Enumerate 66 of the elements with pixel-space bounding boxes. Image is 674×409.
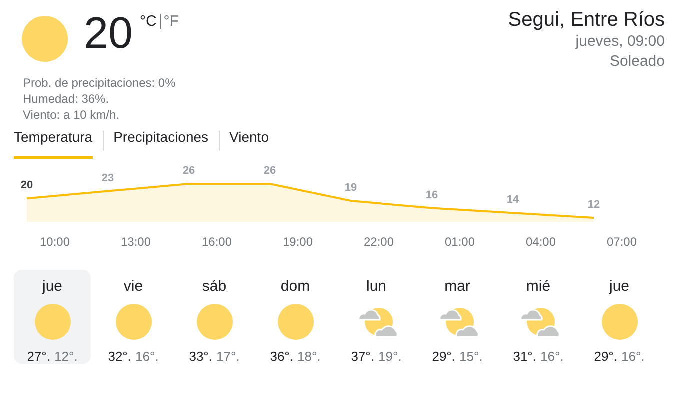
day-card[interactable]: lun 37°. 19°. bbox=[338, 270, 415, 364]
low-temperature: 18°. bbox=[298, 348, 321, 366]
temperature: 20 bbox=[84, 12, 133, 60]
high-temperature: 29°. bbox=[594, 348, 618, 366]
day-card[interactable]: mar 29°. 15°. bbox=[419, 270, 496, 364]
sun-icon bbox=[114, 302, 154, 340]
hour-label: 01:00 bbox=[444, 235, 476, 249]
temperature-label: 20 bbox=[20, 180, 34, 192]
day-card[interactable]: mié 31°. 16°. bbox=[500, 270, 577, 364]
day-name: jue bbox=[609, 277, 630, 297]
high-temperature: 37°. bbox=[351, 348, 374, 366]
day-card[interactable]: jue 27°. 12°. bbox=[14, 270, 91, 364]
temperature-label: 23 bbox=[102, 172, 114, 184]
day-name: lun bbox=[366, 277, 387, 297]
sun-icon bbox=[32, 302, 72, 340]
high-temperature: 36°. bbox=[270, 348, 294, 366]
sun-icon bbox=[600, 302, 640, 340]
weather-detail: Viento: a 10 km/h. bbox=[23, 107, 121, 123]
tab[interactable]: Viento bbox=[230, 124, 269, 158]
day-name: jue bbox=[42, 277, 63, 297]
low-temperature: 16°. bbox=[622, 348, 645, 366]
day-name: mié bbox=[526, 277, 551, 297]
low-temperature: 19°. bbox=[378, 348, 402, 366]
day-name: mar bbox=[444, 277, 470, 297]
day-name: vie bbox=[124, 277, 144, 297]
low-temperature: 16°. bbox=[136, 348, 159, 366]
high-temperature: 29°. bbox=[432, 348, 456, 366]
location-name: Segui, Entre Ríos bbox=[508, 8, 665, 32]
hour-label: 19:00 bbox=[282, 235, 314, 249]
hour-label: 04:00 bbox=[526, 235, 556, 249]
sun-icon bbox=[276, 302, 316, 340]
temperature-label: 14 bbox=[506, 194, 520, 206]
low-temperature: 17°. bbox=[216, 348, 240, 366]
unit-toggle[interactable]: °F bbox=[160, 14, 182, 29]
temperature-label: 19 bbox=[344, 182, 358, 194]
day-name: sáb bbox=[202, 277, 227, 297]
weather-detail: Prob. de precipitaciones: 0% bbox=[23, 75, 177, 91]
hour-label: 13:00 bbox=[120, 235, 152, 249]
tab[interactable]: Temperatura bbox=[14, 124, 93, 158]
high-temperature: 33°. bbox=[189, 348, 212, 366]
weather-condition: Soleado bbox=[610, 52, 665, 72]
day-card[interactable]: jue 29°. 16°. bbox=[581, 270, 658, 364]
hour-label: 22:00 bbox=[364, 235, 394, 249]
weather-detail: Humedad: 36%. bbox=[23, 91, 110, 107]
hour-label: 16:00 bbox=[202, 235, 232, 249]
day-card[interactable]: sáb 33°. 17°. bbox=[176, 270, 253, 364]
low-temperature: 15°. bbox=[460, 348, 483, 366]
day-card[interactable]: vie 32°. 16°. bbox=[95, 270, 172, 364]
temperature-label: 16 bbox=[426, 189, 438, 202]
hour-label: 10:00 bbox=[40, 235, 70, 249]
temperature-label: 12 bbox=[588, 199, 600, 212]
high-temperature: 32°. bbox=[108, 348, 132, 366]
low-temperature: 12°. bbox=[54, 348, 78, 366]
date-time: jueves, 09:00 bbox=[576, 32, 665, 52]
day-card[interactable]: dom 36°. 18°. bbox=[257, 270, 334, 364]
day-name: dom bbox=[280, 277, 310, 297]
tab[interactable]: Precipitaciones bbox=[114, 124, 209, 158]
high-temperature: 31°. bbox=[513, 348, 536, 366]
temperature-label: 26 bbox=[264, 165, 276, 177]
sun-icon bbox=[194, 302, 234, 340]
low-temperature: 16°. bbox=[540, 348, 564, 366]
high-temperature: 27°. bbox=[27, 348, 50, 366]
temperature-label: 26 bbox=[182, 165, 196, 177]
unit-toggle[interactable]: °C bbox=[136, 14, 160, 29]
sun-icon bbox=[22, 16, 68, 62]
hour-label: 07:00 bbox=[606, 235, 638, 249]
